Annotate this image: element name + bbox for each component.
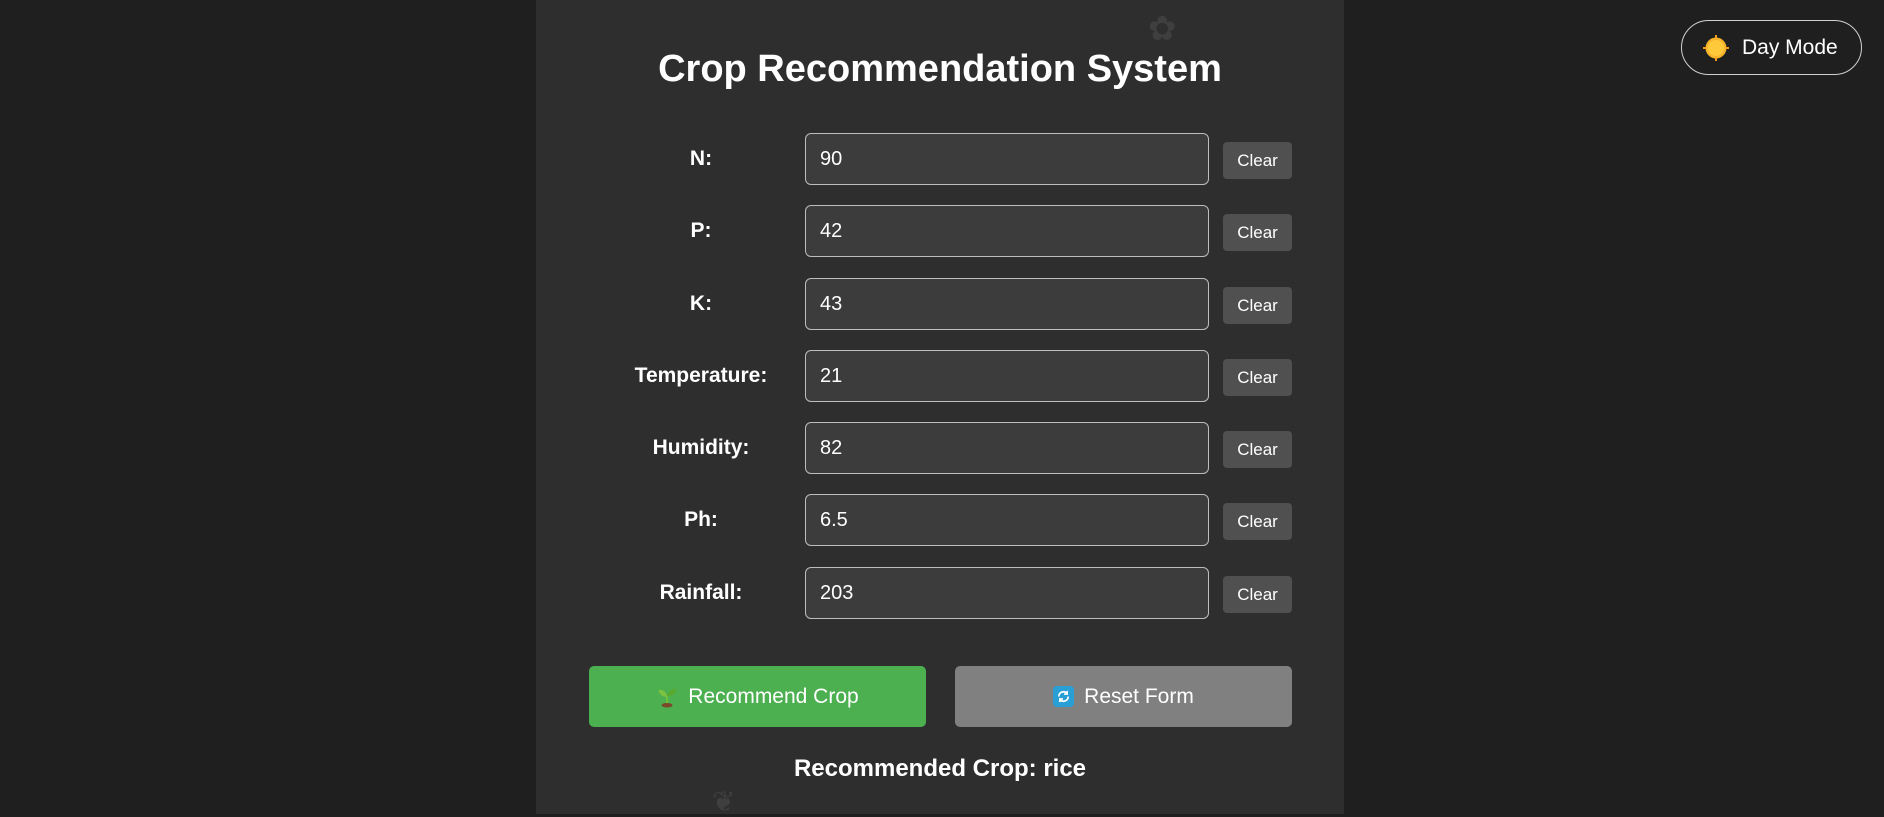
clear-ph-button[interactable]: Clear [1223,503,1292,540]
clear-humidity-button[interactable]: Clear [1223,431,1292,468]
clear-temperature-button[interactable]: Clear [1223,359,1292,396]
sprout-icon [659,688,677,708]
field-row-n: N: Clear [536,133,1344,185]
temperature-input[interactable] [805,350,1209,402]
refresh-icon [1053,686,1075,707]
ph-input[interactable] [805,494,1209,546]
recommend-crop-button[interactable]: Recommend Crop [589,666,926,727]
field-label-rainfall: Rainfall: [659,581,743,604]
n-input[interactable] [805,133,1209,185]
field-label-n: N: [689,147,713,170]
field-row-p: P: Clear [536,205,1344,257]
humidity-input[interactable] [805,422,1209,474]
form-card: ✿ ❦ Crop Recommendation System N: Clear … [536,0,1344,817]
field-label-humidity: Humidity: [652,436,750,459]
sun-icon [1703,34,1729,61]
reset-form-label: Reset Form [1084,684,1194,708]
field-row-ph: Ph: Clear [536,494,1344,546]
decorative-sprout-icon: ❦ [712,786,736,817]
field-row-rainfall: Rainfall: Clear [536,567,1344,619]
p-input[interactable] [805,205,1209,257]
clear-k-button[interactable]: Clear [1223,287,1292,324]
day-mode-toggle[interactable]: Day Mode [1681,20,1862,75]
recommendation-result: Recommended Crop: rice [793,755,1087,782]
recommend-crop-label: Recommend Crop [688,684,859,708]
field-label-k: K: [689,292,713,315]
page-title: Crop Recommendation System [658,48,1222,90]
clear-n-button[interactable]: Clear [1223,142,1292,179]
field-row-temperature: Temperature: Clear [536,350,1344,402]
field-row-k: K: Clear [536,278,1344,330]
rainfall-input[interactable] [805,567,1209,619]
decorative-leaf-icon: ✿ [1148,10,1177,48]
day-mode-label: Day Mode [1742,35,1838,59]
reset-form-button[interactable]: Reset Form [955,666,1292,727]
k-input[interactable] [805,278,1209,330]
clear-rainfall-button[interactable]: Clear [1223,576,1292,613]
field-label-ph: Ph: [684,508,718,531]
field-label-temperature: Temperature: [634,364,768,387]
field-label-p: P: [690,219,712,242]
field-row-humidity: Humidity: Clear [536,422,1344,474]
clear-p-button[interactable]: Clear [1223,214,1292,251]
